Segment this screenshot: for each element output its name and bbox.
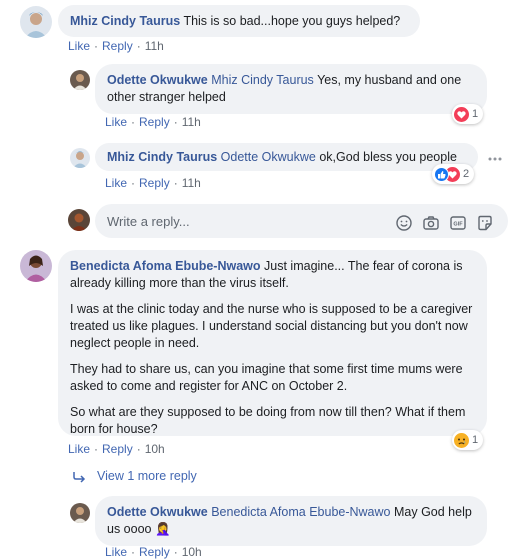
comment-author[interactable]: Mhiz Cindy Taurus bbox=[70, 14, 180, 28]
reaction-count: 1 bbox=[472, 108, 479, 120]
avatar[interactable] bbox=[70, 503, 90, 523]
reply-bubble: Odette Okwukwe Mhiz Cindy Taurus Yes, my… bbox=[95, 64, 487, 114]
reply-input[interactable]: Write a reply... GIF bbox=[95, 204, 508, 238]
reaction-count: 1 bbox=[472, 434, 479, 446]
reaction-summary[interactable]: 2 bbox=[432, 164, 475, 184]
like-link[interactable]: Like bbox=[105, 176, 127, 190]
reply-actions: Like · Reply · 11h bbox=[105, 176, 201, 190]
like-link[interactable]: Like bbox=[105, 115, 127, 129]
like-reaction-icon bbox=[434, 166, 449, 182]
reaction-summary[interactable]: 1 bbox=[452, 430, 484, 450]
comment-bubble: Benedicta Afoma Ebube-Nwawo Just imagine… bbox=[58, 250, 487, 436]
timestamp[interactable]: 10h bbox=[182, 545, 202, 559]
reply-author[interactable]: Odette Okwukwe bbox=[107, 505, 208, 519]
reply-text: ok,God bless you people bbox=[319, 150, 457, 164]
comment-paragraph: So what are they supposed to be doing fr… bbox=[70, 405, 466, 436]
comment-paragraph: I was at the clinic today and the nurse … bbox=[70, 302, 473, 350]
comment-author[interactable]: Benedicta Afoma Ebube-Nwawo bbox=[70, 259, 261, 273]
reaction-summary[interactable]: 1 bbox=[452, 104, 484, 124]
reply-author[interactable]: Mhiz Cindy Taurus bbox=[107, 150, 217, 164]
reply-link[interactable]: Reply bbox=[139, 545, 170, 559]
reply-link[interactable]: Reply bbox=[102, 39, 133, 53]
emoji-icon[interactable] bbox=[395, 214, 413, 232]
avatar[interactable] bbox=[20, 6, 52, 38]
reply-actions: Like · Reply · 11h bbox=[105, 115, 201, 129]
current-user-avatar[interactable] bbox=[68, 209, 90, 231]
timestamp[interactable]: 11h bbox=[182, 176, 201, 190]
timestamp[interactable]: 11h bbox=[182, 115, 201, 129]
like-link[interactable]: Like bbox=[105, 545, 127, 559]
view-more-icon[interactable] bbox=[72, 471, 86, 483]
reply-link[interactable]: Reply bbox=[139, 115, 170, 129]
like-link[interactable]: Like bbox=[68, 39, 90, 53]
reply-bubble: Odette Okwukwe Benedicta Afoma Ebube-Nwa… bbox=[95, 496, 487, 546]
reply-link[interactable]: Reply bbox=[139, 176, 170, 190]
avatar[interactable] bbox=[70, 148, 90, 168]
reply-actions: Like · Reply · 10h bbox=[105, 545, 202, 559]
avatar[interactable] bbox=[20, 250, 52, 282]
more-horizontal-icon[interactable] bbox=[487, 152, 503, 161]
reply-input-placeholder: Write a reply... bbox=[107, 214, 190, 229]
comment-bubble: Mhiz Cindy Taurus This is so bad...hope … bbox=[58, 5, 420, 37]
comment-paragraph: They had to share us, can you imagine th… bbox=[70, 362, 463, 393]
sticker-icon[interactable] bbox=[476, 214, 494, 232]
like-link[interactable]: Like bbox=[68, 442, 90, 456]
mention[interactable]: Mhiz Cindy Taurus bbox=[211, 73, 314, 87]
timestamp[interactable]: 10h bbox=[145, 442, 165, 456]
comment-actions: Like · Reply · 11h bbox=[68, 39, 164, 53]
comment-actions: Like · Reply · 10h bbox=[68, 442, 165, 456]
love-reaction-icon bbox=[454, 106, 469, 122]
comment-text: This is so bad...hope you guys helped? bbox=[183, 14, 401, 28]
mention[interactable]: Odette Okwukwe bbox=[221, 150, 316, 164]
reply-author[interactable]: Odette Okwukwe bbox=[107, 73, 208, 87]
gif-icon[interactable]: GIF bbox=[449, 214, 467, 232]
timestamp[interactable]: 11h bbox=[145, 39, 164, 53]
svg-text:GIF: GIF bbox=[453, 222, 463, 228]
camera-icon[interactable] bbox=[422, 214, 440, 232]
reply-link[interactable]: Reply bbox=[102, 442, 133, 456]
mention[interactable]: Benedicta Afoma Ebube-Nwawo bbox=[211, 505, 390, 519]
reaction-count: 2 bbox=[463, 168, 470, 180]
view-more-replies-link[interactable]: View 1 more reply bbox=[97, 469, 197, 483]
sad-reaction-icon bbox=[454, 432, 469, 448]
avatar[interactable] bbox=[70, 70, 90, 90]
comment-first-paragraph: Benedicta Afoma Ebube-Nwawo Just imagine… bbox=[70, 258, 475, 292]
reply-bubble: Mhiz Cindy Taurus Odette Okwukwe ok,God … bbox=[95, 143, 478, 171]
